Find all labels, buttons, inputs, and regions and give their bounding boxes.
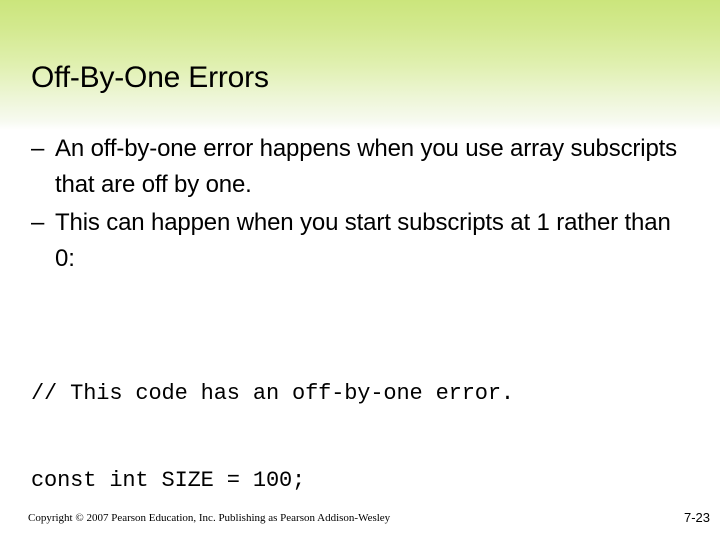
code-line: const int SIZE = 100; <box>31 468 306 493</box>
code-line: // This code has an off-by-one error. <box>31 381 514 406</box>
code-block: // This code has an off-by-one error. co… <box>31 321 691 540</box>
bullet-list: – An off-by-one error happens when you u… <box>31 131 686 277</box>
list-item: – An off-by-one error happens when you u… <box>31 131 686 203</box>
footer-copyright: Copyright © 2007 Pearson Education, Inc.… <box>28 512 391 524</box>
slide: Off-By-One Errors – An off-by-one error … <box>0 0 720 540</box>
page-title: Off-By-One Errors <box>31 61 269 94</box>
dash-bullet-icon: – <box>31 209 45 236</box>
list-item: – This can happen when you start subscri… <box>31 205 686 277</box>
list-item-label: An off-by-one error happens when you use… <box>55 135 678 198</box>
dash-bullet-icon: – <box>31 135 45 162</box>
footer-page-number: 7-23 <box>683 510 710 525</box>
list-item-label: This can happen when you start subscript… <box>55 209 671 272</box>
